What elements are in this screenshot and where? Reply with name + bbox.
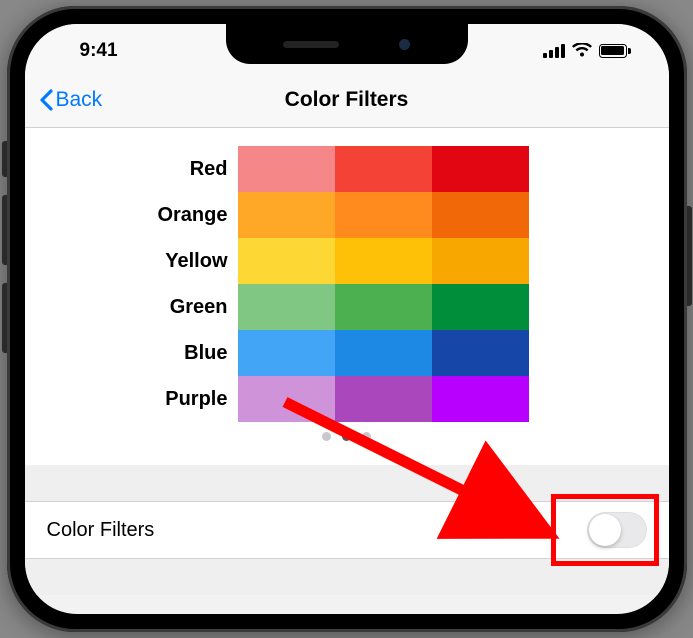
color-swatch (238, 376, 335, 422)
color-filters-switch[interactable] (587, 512, 647, 548)
color-label: Yellow (38, 250, 238, 273)
cellular-signal-icon (543, 44, 565, 58)
color-swatch (238, 238, 335, 284)
page-title: Color Filters (285, 88, 409, 112)
color-row: Purple (25, 376, 669, 422)
status-right (543, 43, 631, 58)
color-swatch (432, 284, 529, 330)
phone-frame: 9:41 Back Color Filters Red Orange Yellow G… (7, 6, 687, 632)
back-label: Back (56, 88, 103, 112)
side-buttons-left (2, 141, 7, 353)
color-swatch (432, 146, 529, 192)
color-row: Blue (25, 330, 669, 376)
color-label: Red (38, 158, 238, 181)
color-label: Green (38, 296, 238, 319)
swatch-group (238, 376, 529, 422)
page-indicator[interactable] (25, 422, 669, 443)
color-swatch (335, 146, 432, 192)
swatch-group (238, 330, 529, 376)
wifi-icon (572, 43, 592, 58)
swatch-group (238, 238, 529, 284)
nav-bar: Back Color Filters (25, 72, 669, 128)
switch-knob (589, 514, 621, 546)
color-swatch (432, 192, 529, 238)
page-dot[interactable] (322, 432, 331, 441)
screen: 9:41 Back Color Filters Red Orange Yellow G… (25, 24, 669, 614)
color-swatch (238, 330, 335, 376)
toggle-label: Color Filters (47, 519, 155, 542)
color-filters-toggle-row[interactable]: Color Filters (25, 501, 669, 559)
color-swatch (238, 146, 335, 192)
swatch-group (238, 192, 529, 238)
notch (226, 24, 468, 64)
color-row: Orange (25, 192, 669, 238)
color-swatch (432, 376, 529, 422)
swatch-group (238, 146, 529, 192)
front-camera (399, 39, 410, 50)
status-time: 9:41 (80, 40, 118, 62)
color-swatch (335, 330, 432, 376)
page-dot[interactable] (342, 432, 351, 441)
section-gap-bottom (25, 559, 669, 595)
color-swatch (238, 284, 335, 330)
section-gap (25, 465, 669, 501)
color-preview-panel[interactable]: Red Orange Yellow Green Blue Purple (25, 128, 669, 465)
battery-icon (599, 44, 631, 58)
color-swatch (335, 376, 432, 422)
color-label: Blue (38, 342, 238, 365)
color-swatch (238, 192, 335, 238)
color-label: Orange (38, 204, 238, 227)
color-swatch (335, 238, 432, 284)
chevron-left-icon (39, 89, 53, 111)
color-row: Green (25, 284, 669, 330)
color-swatch (432, 238, 529, 284)
color-label: Purple (38, 388, 238, 411)
swatch-group (238, 284, 529, 330)
color-row: Red (25, 146, 669, 192)
side-button-right (687, 206, 692, 306)
color-row: Yellow (25, 238, 669, 284)
color-swatch (335, 284, 432, 330)
page-dot[interactable] (362, 432, 371, 441)
color-swatch (432, 330, 529, 376)
back-button[interactable]: Back (39, 88, 103, 112)
color-swatch (335, 192, 432, 238)
speaker-grille (283, 41, 339, 48)
